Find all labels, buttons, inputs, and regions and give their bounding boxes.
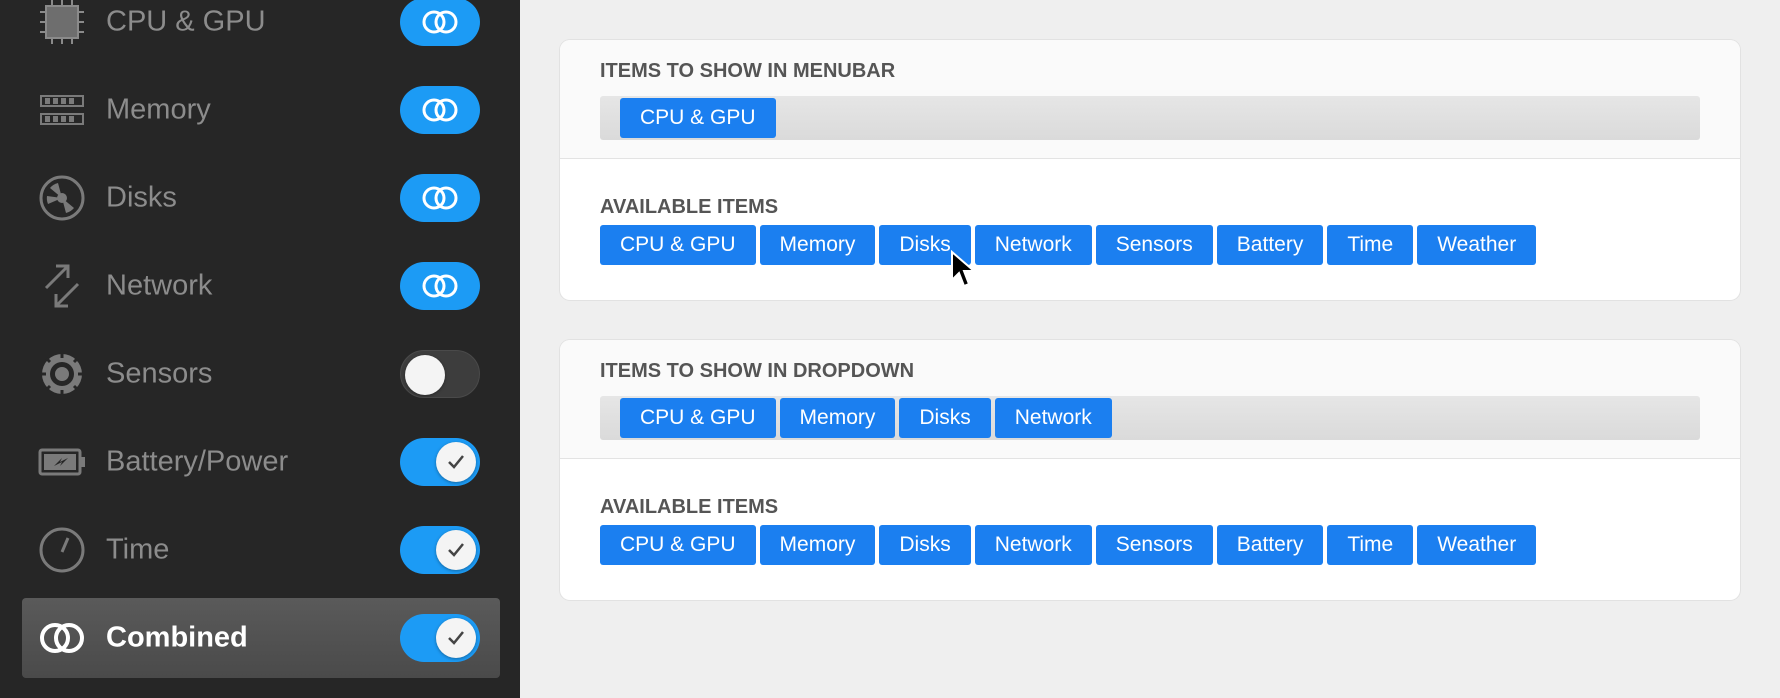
disk-icon: [38, 174, 86, 222]
section-title: AVAILABLE ITEMS: [600, 496, 779, 518]
sidebar-item-label: Combined: [106, 621, 248, 654]
sidebar-item-sensors[interactable]: Sensors: [22, 334, 500, 414]
sidebar-item-time[interactable]: Time: [22, 510, 500, 590]
chip-cpu-gpu[interactable]: CPU & GPU: [600, 525, 756, 565]
clock-icon: [38, 526, 86, 574]
sidebar-item-label: Disks: [106, 181, 177, 214]
chip-battery[interactable]: Battery: [1216, 525, 1324, 565]
sidebar-item-battery-power[interactable]: Battery/Power: [22, 422, 500, 502]
checkmark-icon: [448, 455, 464, 469]
chip-disks[interactable]: Disks: [879, 525, 971, 565]
toggle-knob: [436, 530, 476, 570]
chip-time[interactable]: Time: [1327, 225, 1414, 265]
chip-weather[interactable]: Weather: [1417, 225, 1537, 265]
combined-rings-icon: [422, 274, 458, 298]
chip-sensors[interactable]: Sensors: [1095, 525, 1213, 565]
combined-rings-icon: [422, 186, 458, 210]
dropdown-available-list: CPU & GPU Memory Disks Network Sensors B…: [600, 525, 1537, 565]
chip-memory[interactable]: Memory: [759, 525, 876, 565]
battery-icon: [38, 438, 86, 486]
sidebar-item-disks[interactable]: Disks: [22, 158, 500, 238]
menubar-selected-section: ITEMS TO SHOW IN MENUBAR CPU & GPU: [560, 40, 1740, 159]
section-title: ITEMS TO SHOW IN DROPDOWN: [600, 360, 915, 382]
sidebar-item-label: Memory: [106, 93, 211, 126]
combined-toggle[interactable]: [400, 614, 480, 662]
chip-disks[interactable]: Disks: [899, 398, 991, 438]
chip-sensors[interactable]: Sensors: [1095, 225, 1213, 265]
chip-memory[interactable]: Memory: [779, 398, 896, 438]
sidebar-item-label: Time: [106, 533, 170, 566]
section-title: ITEMS TO SHOW IN MENUBAR: [600, 60, 896, 82]
combined-rings-icon: [422, 10, 458, 34]
sidebar-item-cpu-gpu[interactable]: CPU & GPU: [22, 0, 500, 62]
chip-cpu-gpu[interactable]: CPU & GPU: [600, 225, 756, 265]
menubar-available-list: CPU & GPU Memory Disks Network Sensors B…: [600, 225, 1537, 265]
chip-battery[interactable]: Battery: [1216, 225, 1324, 265]
chip-network[interactable]: Network: [974, 525, 1092, 565]
mouse-pointer-icon: [951, 250, 976, 288]
sidebar-item-label: Battery/Power: [106, 445, 289, 478]
dropdown-selected-list: CPU & GPU Memory Disks Network: [620, 398, 1112, 438]
section-title: AVAILABLE ITEMS: [600, 196, 779, 218]
sidebar-item-network[interactable]: Network: [22, 246, 500, 326]
sidebar-item-label: CPU & GPU: [106, 5, 266, 38]
checkmark-icon: [448, 543, 464, 557]
dropdown-drop-well[interactable]: CPU & GPU Memory Disks Network: [600, 396, 1700, 440]
chip-network[interactable]: Network: [974, 225, 1092, 265]
sidebar-item-memory[interactable]: Memory: [22, 70, 500, 150]
chip-network[interactable]: Network: [994, 398, 1112, 438]
chip-time[interactable]: Time: [1327, 525, 1414, 565]
sensors-toggle[interactable]: [400, 350, 480, 398]
checkmark-icon: [448, 631, 464, 645]
sidebar-item-combined[interactable]: Combined: [22, 598, 500, 678]
chip-memory[interactable]: Memory: [759, 225, 876, 265]
combined-rings-icon: [422, 98, 458, 122]
sidebar: CPU & GPU Memory Disks Network Sensors B…: [0, 0, 520, 698]
network-icon: [38, 262, 86, 310]
chip-cpu-gpu[interactable]: CPU & GPU: [620, 98, 776, 138]
menubar-panel: ITEMS TO SHOW IN MENUBAR CPU & GPU AVAIL…: [560, 40, 1740, 300]
cpu-gpu-toggle[interactable]: [400, 0, 480, 46]
network-toggle[interactable]: [400, 262, 480, 310]
time-toggle[interactable]: [400, 526, 480, 574]
dropdown-selected-section: ITEMS TO SHOW IN DROPDOWN CPU & GPU Memo…: [560, 340, 1740, 459]
combined-rings-icon: [38, 614, 86, 662]
chip-cpu-gpu[interactable]: CPU & GPU: [620, 398, 776, 438]
chip-weather[interactable]: Weather: [1417, 525, 1537, 565]
toggle-knob: [436, 442, 476, 482]
sidebar-item-label: Sensors: [106, 357, 213, 390]
menubar-drop-well[interactable]: CPU & GPU: [600, 96, 1700, 140]
sensors-icon: [38, 350, 86, 398]
toggle-knob: [405, 355, 445, 395]
memory-toggle[interactable]: [400, 86, 480, 134]
battery-power-toggle[interactable]: [400, 438, 480, 486]
disks-toggle[interactable]: [400, 174, 480, 222]
cpu-icon: [38, 0, 86, 46]
memory-icon: [38, 86, 86, 134]
sidebar-item-label: Network: [106, 269, 213, 302]
dropdown-panel: ITEMS TO SHOW IN DROPDOWN CPU & GPU Memo…: [560, 340, 1740, 600]
toggle-knob: [436, 618, 476, 658]
menubar-selected-list: CPU & GPU: [620, 98, 776, 138]
